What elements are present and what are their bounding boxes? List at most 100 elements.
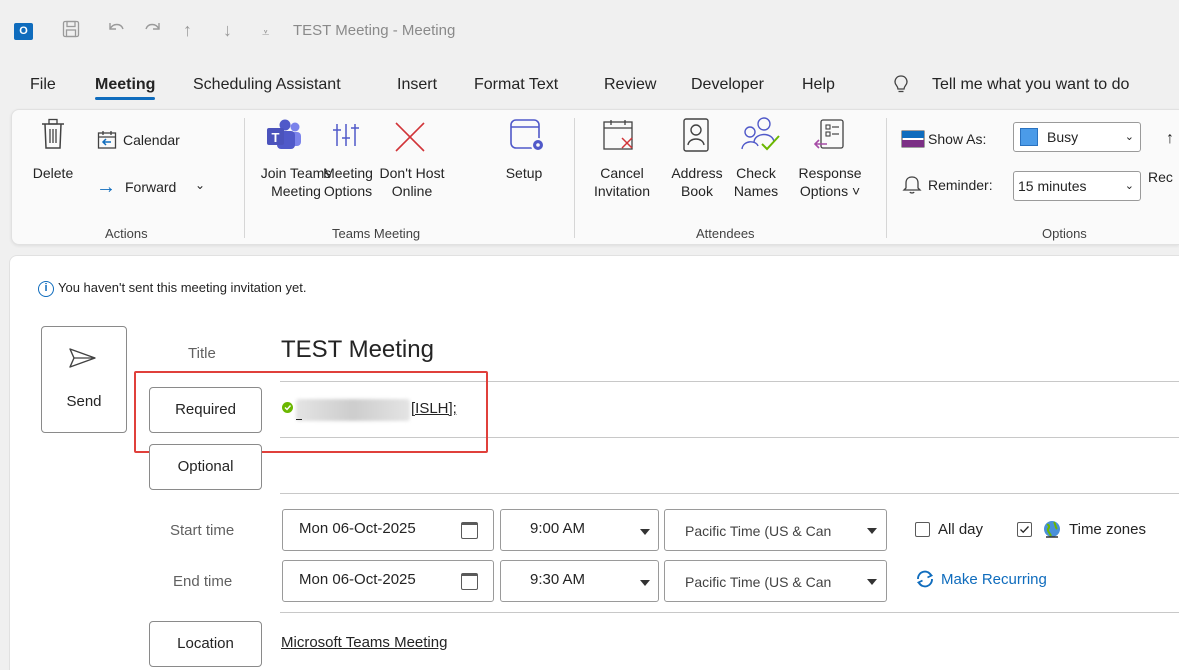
calendar-icon[interactable]: [461, 573, 478, 590]
optional-button[interactable]: Optional: [149, 444, 262, 490]
forward-arrow-icon: →: [96, 176, 116, 198]
dont-host-label-1: Don't Host: [379, 165, 445, 181]
tab-file[interactable]: File: [30, 76, 56, 94]
group-label-attendees: Attendees: [696, 226, 755, 241]
start-time-label: Start time: [170, 522, 235, 539]
time-zones-label: Time zones: [1069, 521, 1146, 538]
end-timezone-value: Pacific Time (US & Can: [685, 574, 832, 590]
start-timezone-picker[interactable]: Pacific Time (US & Can: [664, 509, 887, 551]
dont-host-online-button[interactable]: Don't Host Online: [375, 164, 449, 200]
optional-underline: [280, 493, 1179, 494]
cancel-invitation-button[interactable]: Cancel Invitation: [585, 164, 659, 200]
all-day-label: All day: [938, 521, 984, 538]
response-label-2: Options ˅: [799, 183, 861, 199]
start-date-picker[interactable]: Mon 06-Oct-2025: [282, 509, 494, 551]
lightbulb-icon: [893, 74, 909, 99]
setup-icon: [509, 118, 547, 159]
reminder-dropdown[interactable]: 15 minutes ⌄: [1013, 171, 1141, 201]
start-date-value: Mon 06-Oct-2025: [299, 520, 416, 537]
down-arrow-icon[interactable]: ↓: [223, 20, 232, 40]
close-x-icon: [393, 121, 427, 158]
check-label-2: Names: [733, 183, 779, 199]
chevron-down-icon: [640, 529, 650, 535]
group-label-actions: Actions: [105, 226, 148, 241]
end-time-value: 9:30 AM: [530, 571, 586, 588]
meeting-options-button[interactable]: Meeting Options: [318, 164, 378, 200]
group-divider: [574, 118, 575, 238]
address-book-icon: [681, 117, 711, 158]
calendar-icon: [97, 130, 117, 155]
recurrence-button[interactable]: Rec: [1148, 168, 1173, 186]
svg-text:T: T: [272, 130, 280, 145]
info-bar: i You haven't sent this meeting invitatio…: [38, 280, 306, 297]
outlook-icon: O: [14, 23, 33, 40]
make-recurring-link[interactable]: Make Recurring: [941, 571, 1047, 588]
tab-review[interactable]: Review: [604, 76, 656, 94]
group-divider: [244, 118, 245, 238]
show-as-value: Busy: [1047, 129, 1079, 145]
tab-format-text[interactable]: Format Text: [474, 76, 558, 94]
location-button[interactable]: Location: [149, 621, 262, 667]
tab-help[interactable]: Help: [802, 76, 835, 94]
check-label-1: Check: [736, 165, 776, 181]
calendar-button[interactable]: Calendar: [123, 131, 180, 149]
response-options-button[interactable]: Response Options ˅: [790, 164, 870, 200]
highlight-box: [134, 371, 488, 453]
chevron-down-icon[interactable]: ⌄: [195, 176, 205, 194]
recurring-icon: [915, 570, 935, 593]
show-as-dropdown[interactable]: Busy ⌄: [1013, 122, 1141, 152]
check-names-icon: [740, 116, 782, 157]
tab-developer[interactable]: Developer: [691, 76, 764, 94]
reminder-value: 15 minutes: [1018, 178, 1087, 194]
address-label-2: Book: [681, 183, 713, 199]
setup-button[interactable]: Setup: [502, 164, 546, 182]
send-button[interactable]: Send: [41, 326, 127, 433]
calendar-icon[interactable]: [461, 522, 478, 539]
end-timezone-picker[interactable]: Pacific Time (US & Can: [664, 560, 887, 602]
check-names-button[interactable]: Check Names: [730, 164, 782, 200]
start-time-picker[interactable]: 9:00 AM: [500, 509, 659, 551]
meeting-options-label-2: Options: [323, 183, 373, 199]
tab-insert[interactable]: Insert: [397, 76, 437, 94]
tell-me-search[interactable]: Tell me what you want to do: [932, 76, 1179, 94]
time-zones-checkbox[interactable]: [1017, 522, 1032, 537]
customize-qat-icon[interactable]: ⩡: [262, 23, 269, 43]
forward-button[interactable]: Forward: [125, 178, 176, 196]
delete-button[interactable]: Delete: [20, 164, 86, 182]
undo-icon[interactable]: [106, 20, 126, 42]
window-title: TEST Meeting - Meeting: [293, 22, 456, 39]
ribbon: Delete Calendar → Forward ⌄ Actions T Jo…: [11, 109, 1179, 245]
end-date-value: Mon 06-Oct-2025: [299, 571, 416, 588]
group-label-options: Options: [1042, 226, 1087, 241]
tab-scheduling-assistant[interactable]: Scheduling Assistant: [193, 76, 341, 94]
redo-icon[interactable]: [143, 20, 163, 42]
busy-swatch-icon: [1020, 128, 1038, 146]
end-date-picker[interactable]: Mon 06-Oct-2025: [282, 560, 494, 602]
meeting-options-icon: [331, 120, 361, 155]
chevron-down-icon: [640, 580, 650, 586]
show-as-label: Show As:: [928, 131, 987, 147]
info-text: You haven't sent this meeting invitation…: [58, 280, 307, 295]
trash-icon: [40, 118, 66, 155]
chevron-down-icon: [867, 579, 877, 585]
up-arrow-icon[interactable]: ↑: [183, 20, 192, 40]
response-label-1: Response: [798, 165, 862, 181]
all-day-checkbox[interactable]: [915, 522, 930, 537]
group-divider: [886, 118, 887, 238]
time-underline: [280, 612, 1179, 613]
reminder-label: Reminder:: [928, 177, 993, 193]
cancel-invitation-icon: [602, 119, 636, 158]
save-icon[interactable]: [62, 20, 80, 42]
title-input[interactable]: TEST Meeting: [281, 336, 434, 364]
start-timezone-value: Pacific Time (US & Can: [685, 523, 832, 539]
location-link[interactable]: Microsoft Teams Meeting: [281, 634, 447, 651]
title-label: Title: [188, 345, 216, 362]
menu-bar: File Meeting Scheduling Assistant Insert…: [0, 72, 1179, 102]
send-label: Send: [66, 393, 102, 410]
cancel-label-1: Cancel: [600, 165, 644, 181]
end-time-label: End time: [173, 573, 233, 590]
chevron-down-icon: ⌄: [1124, 131, 1134, 143]
end-time-picker[interactable]: 9:30 AM: [500, 560, 659, 602]
tab-meeting[interactable]: Meeting: [95, 76, 156, 100]
address-book-button[interactable]: Address Book: [668, 164, 726, 200]
